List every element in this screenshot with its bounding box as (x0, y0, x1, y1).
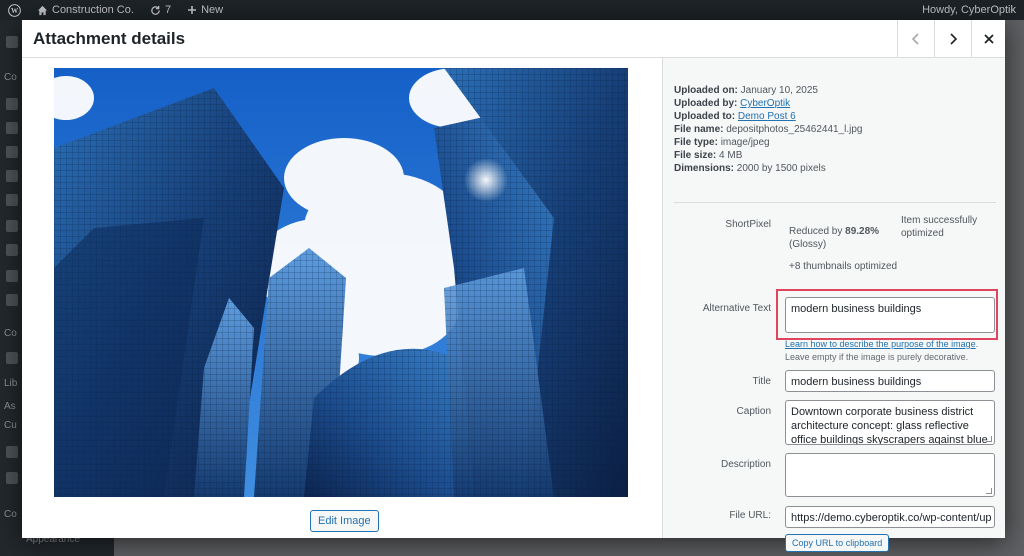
reduced-value: 89.28% (845, 226, 880, 237)
uploaded-by-row: Uploaded by: CyberOptik (674, 97, 862, 110)
description-label: Description (720, 459, 771, 470)
dimensions-value: 2000 by 1500 pixels (736, 163, 826, 174)
file-size-value: 4 MB (719, 150, 743, 161)
alt-text-help-period: . (975, 339, 979, 349)
file-size-row: File size: 4 MB (674, 149, 862, 162)
file-name-row: File name: depositphotos_25462441_l.jpg (674, 123, 862, 136)
pin-icon (6, 294, 18, 306)
file-url-field[interactable]: https://demo.cyberoptik.co/wp-content/up (785, 506, 995, 528)
sidebar-fragment: Co (4, 509, 17, 520)
previous-attachment-button[interactable] (897, 20, 934, 57)
alt-text-help-note: Leave empty if the image is purely decor… (785, 352, 969, 362)
copy-url-button[interactable]: Copy URL to clipboard (785, 534, 890, 552)
shortpixel-label: ShortPixel (725, 219, 771, 230)
uploaded-on-value: January 10, 2025 (740, 85, 818, 96)
pin-icon (6, 446, 18, 458)
alt-text-help-link[interactable]: Learn how to describe the purpose of the… (785, 339, 976, 349)
wp-logo-button[interactable]: W (0, 0, 29, 20)
metadata-divider (674, 202, 996, 203)
updates-count: 7 (164, 4, 172, 16)
home-icon (37, 5, 48, 15)
edit-image-button[interactable]: Edit Image (310, 510, 379, 532)
title-label: Title (752, 376, 771, 387)
uploaded-to-label: Uploaded to: (674, 111, 736, 122)
shortpixel-status-line-1: Item successfully (901, 215, 978, 226)
dimensions-label: Dimensions: (674, 163, 735, 174)
plus-icon (188, 6, 197, 14)
wordpress-icon: W (8, 3, 21, 17)
shortpixel-status-line-2: optimized (901, 228, 944, 239)
caption-text: Downtown corporate business district arc… (791, 406, 988, 445)
new-content-link[interactable]: New (179, 0, 231, 20)
sidebar-fragment: Co (4, 72, 17, 83)
dashboard-icon (6, 36, 18, 48)
shortpixel-thumbnails: +8 thumbnails optimized (789, 261, 898, 272)
image-preview-pane: Edit Image (22, 58, 662, 538)
sidebar-fragment: Lib (4, 378, 18, 389)
media-icon (6, 352, 18, 364)
uploaded-by-link[interactable]: CyberOptik (740, 98, 790, 109)
chevron-left-icon (911, 32, 919, 45)
sidebar-fragment: Cu (4, 420, 17, 431)
sidebar-fragment: Co (4, 328, 17, 339)
updates-link[interactable]: 7 (142, 0, 179, 20)
pin-icon (6, 244, 18, 256)
calendar-icon (6, 220, 18, 232)
description-field[interactable] (785, 453, 995, 497)
skyscrapers-photo (54, 68, 628, 497)
alt-text-label: Alternative Text (702, 303, 771, 314)
modal-title: Attachment details (33, 29, 186, 48)
uploaded-on-label: Uploaded on: (674, 85, 738, 96)
comments-icon (6, 472, 18, 484)
new-label: New (201, 4, 224, 16)
file-name-label: File name: (674, 124, 724, 135)
pin-icon (6, 146, 18, 158)
admin-bar: W Construction Co. 7 New Howdy, CyberOpt… (0, 0, 1024, 20)
resize-handle[interactable] (986, 436, 992, 442)
attachment-image (54, 68, 628, 497)
file-type-value: image/jpeg (720, 137, 770, 148)
pin-icon (6, 122, 18, 134)
uploaded-to-link[interactable]: Demo Post 6 (738, 111, 796, 122)
caption-label: Caption (736, 406, 771, 417)
chevron-right-icon (950, 32, 958, 45)
attachment-details-modal: Attachment details Edit Image Uploaded o… (22, 20, 1005, 552)
posts-icon (6, 98, 18, 110)
uploaded-by-label: Uploaded by: (674, 98, 738, 109)
file-type-row: File type: image/jpeg (674, 136, 862, 149)
close-modal-button[interactable] (971, 20, 1005, 57)
uploaded-on-row: Uploaded on: January 10, 2025 (674, 84, 862, 97)
pin-icon (6, 194, 18, 206)
shortpixel-mode: (Glossy) (789, 239, 827, 250)
site-name-link[interactable]: Construction Co. (29, 0, 142, 20)
dimensions-row: Dimensions: 2000 by 1500 pixels (674, 162, 862, 175)
svg-text:W: W (11, 7, 19, 15)
file-metadata: Uploaded on: January 10, 2025 Uploaded b… (674, 84, 862, 175)
reduced-prefix: Reduced by (789, 226, 843, 237)
file-size-label: File size: (674, 150, 717, 161)
close-icon (983, 33, 994, 44)
file-type-label: File type: (674, 137, 718, 148)
refresh-icon (151, 5, 160, 15)
resize-handle[interactable] (986, 488, 992, 494)
next-attachment-button[interactable] (934, 20, 971, 57)
howdy-text: Howdy, CyberOptik (922, 4, 1016, 16)
account-menu[interactable]: Howdy, CyberOptik (914, 0, 1024, 20)
uploaded-to-row: Uploaded to: Demo Post 6 (674, 110, 862, 123)
attachment-details-pane: Uploaded on: January 10, 2025 Uploaded b… (662, 58, 1005, 552)
shortpixel-reduction: Reduced by 89.28% (789, 225, 879, 238)
modal-header: Attachment details (22, 20, 1005, 58)
file-name-value: depositphotos_25462441_l.jpg (726, 124, 863, 135)
file-url-label: File URL: (729, 510, 771, 521)
caption-field[interactable]: Downtown corporate business district arc… (785, 400, 995, 445)
site-name: Construction Co. (52, 4, 134, 16)
alt-text-help: Learn how to describe the purpose of the… (785, 338, 978, 350)
title-field[interactable]: modern business buildings (785, 370, 995, 392)
alt-text-highlight (776, 289, 998, 340)
pin-icon (6, 170, 18, 182)
pin-icon (6, 270, 18, 282)
sidebar-fragment: As (4, 401, 16, 412)
